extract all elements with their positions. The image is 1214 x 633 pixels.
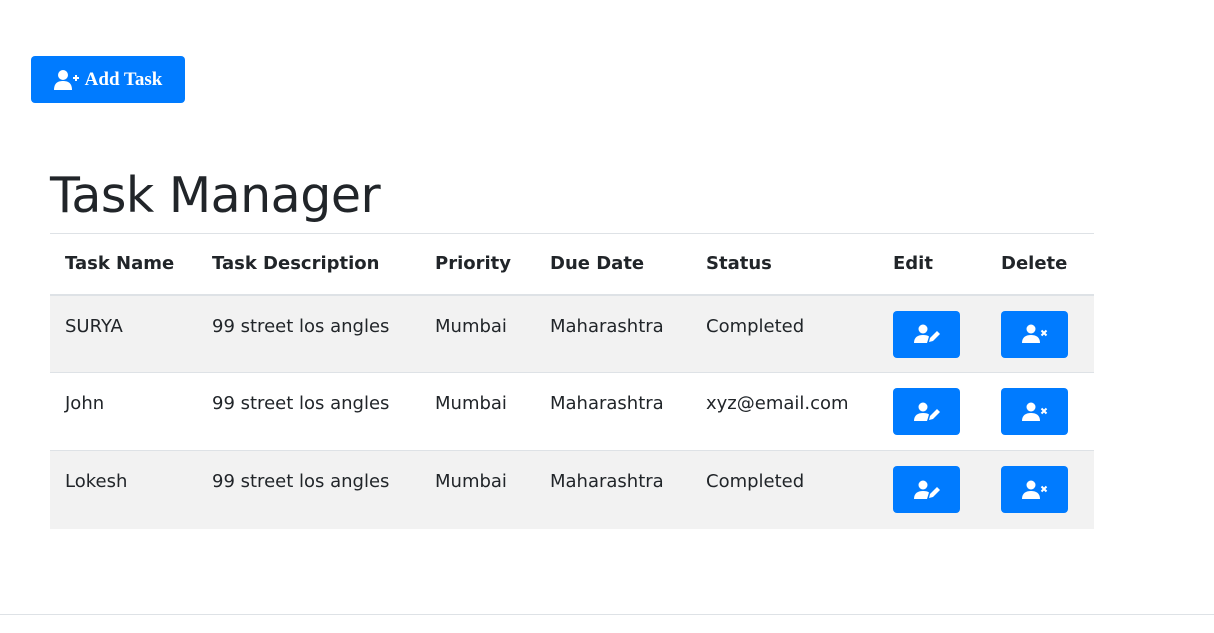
cell-due-date: Maharashtra [550,393,664,414]
cell-delete [986,451,1094,529]
user-edit-icon [913,480,940,500]
delete-button[interactable] [1001,310,1068,358]
edit-button[interactable] [893,310,960,358]
table-header-row: Task Name Task Description Priority Due … [50,233,1094,295]
header-priority: Priority [435,253,511,275]
page: Add Task Task Manager Task Name Task Des… [0,0,1214,633]
cell-delete [986,295,1094,373]
edit-button[interactable] [893,388,960,435]
header-due-date: Due Date [550,253,645,275]
table-row: SURYA 99 street los angles Mumbai Mahara… [50,294,1094,373]
cell-task-name: SURYA [65,315,123,337]
cell-task-description: 99 street los angles [212,471,390,492]
cell-due-date: Maharashtra [550,315,664,337]
delete-button[interactable] [1001,466,1068,513]
task-table: Task Name Task Description Priority Due … [50,233,1094,529]
cell-priority: Mumbai [435,393,507,414]
header-delete: Delete [1001,253,1068,275]
cell-due-date: Maharashtra [550,471,664,492]
add-task-label: Add Task [84,68,163,90]
cell-priority: Mumbai [435,471,507,492]
cell-delete [986,373,1094,451]
user-edit-icon [913,402,940,422]
cell-task-description: 99 street los angles [212,393,390,414]
user-times-icon [1021,480,1048,500]
cell-task-name: Lokesh [65,471,128,492]
cell-priority: Mumbai [435,315,507,337]
user-plus-icon [53,69,80,91]
cell-task-name: John [65,393,105,414]
header-edit: Edit [893,253,933,275]
cell-edit [878,373,986,451]
cell-status: Completed [706,315,805,337]
header-task-name: Task Name [65,253,175,275]
user-times-icon [1021,324,1048,344]
header-task-description: Task Description [212,253,380,275]
edit-button[interactable] [893,466,960,513]
footer-divider [0,614,1214,615]
user-times-icon [1021,402,1048,422]
cell-status: xyz@email.com [706,393,849,414]
delete-button[interactable] [1001,388,1068,435]
cell-edit [878,295,986,373]
cell-edit [878,451,986,529]
table-row: Lokesh 99 street los angles Mumbai Mahar… [50,450,1094,529]
table-row: John 99 street los angles Mumbai Maharas… [50,372,1094,451]
user-edit-icon [913,324,940,344]
header-status: Status [706,253,772,275]
page-title: Task Manager [50,167,381,224]
add-task-button[interactable]: Add Task [31,56,185,103]
cell-task-description: 99 street los angles [212,315,390,337]
cell-status: Completed [706,471,805,492]
